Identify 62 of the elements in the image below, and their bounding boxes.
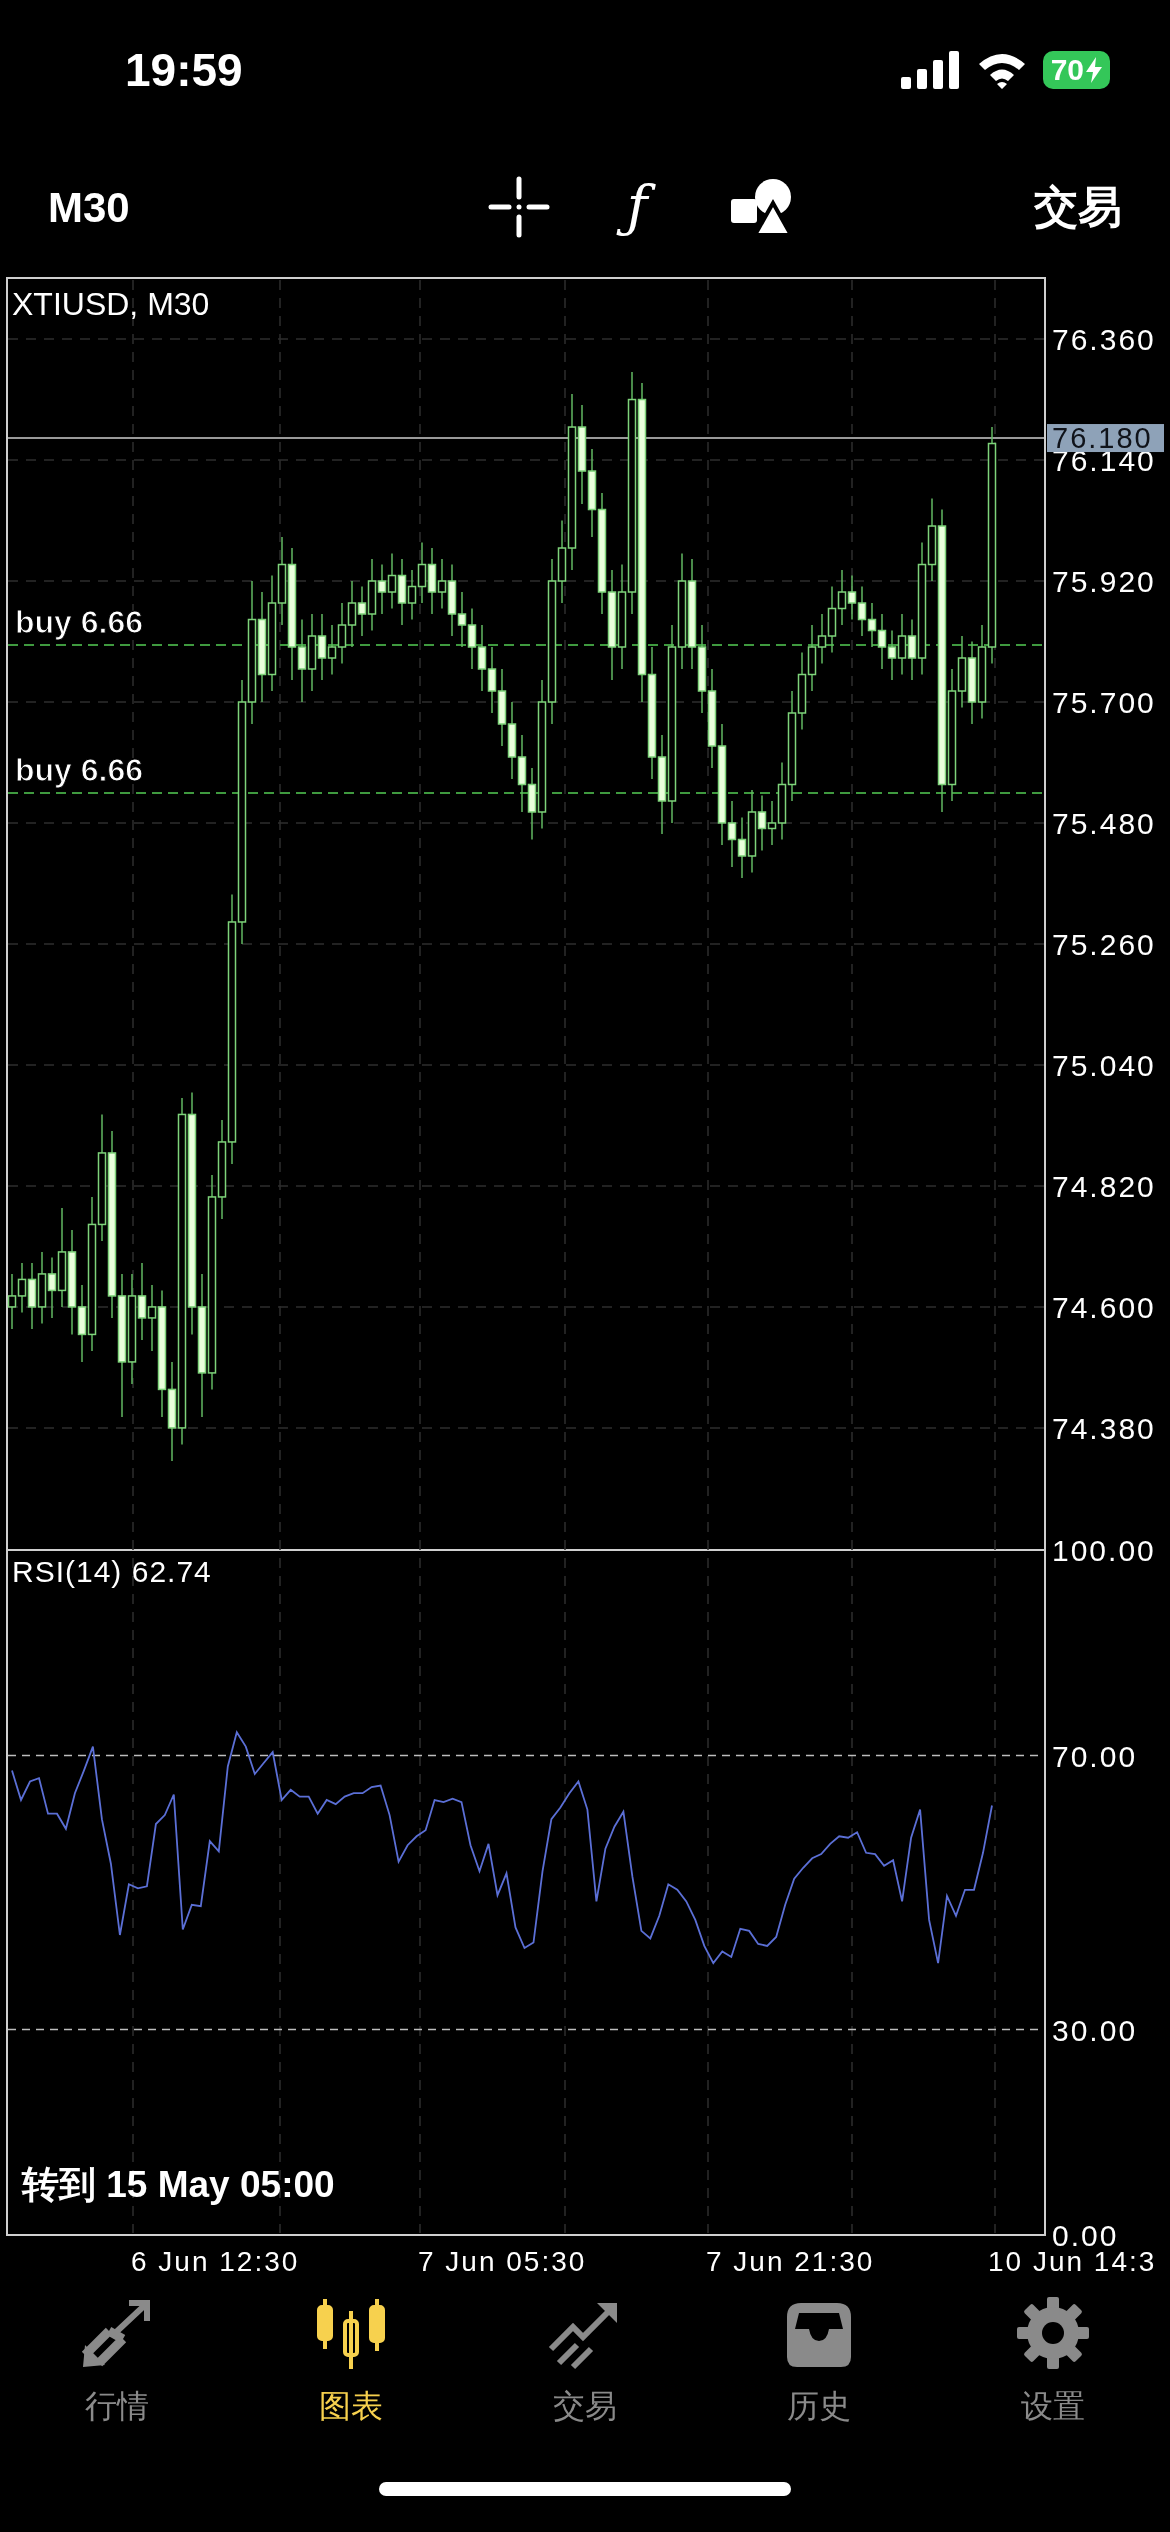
price-label: 75.920: [1052, 565, 1156, 598]
candle: [357, 585, 367, 637]
candle: [337, 602, 347, 665]
candle: [17, 1262, 27, 1314]
candle: [317, 613, 327, 681]
timeframe-label[interactable]: M30: [48, 183, 328, 232]
axis-label: 70.00: [1052, 1739, 1138, 1773]
candle: [427, 547, 437, 615]
candle: [867, 602, 877, 648]
rsi-title: RSI(14) 62.74: [12, 1555, 212, 1588]
time-label: 7 Jun 05:30: [418, 2246, 587, 2275]
price-label: 74.380: [1052, 1411, 1156, 1445]
candle: [457, 591, 467, 648]
candle: [877, 613, 887, 670]
order-label: buy 6.66: [15, 604, 144, 640]
price-label: 75.480: [1052, 807, 1156, 840]
axis-label: 100.00: [1052, 1537, 1156, 1567]
candle: [417, 541, 427, 604]
candle: [387, 552, 397, 610]
chart-title: XTIUSD, M30: [12, 286, 210, 322]
tab-bar-item[interactable]: 交易: [468, 2275, 702, 2445]
candle: [887, 629, 897, 681]
goto-date-link[interactable]: 转到 15 May 05:00: [22, 2164, 335, 2205]
signal-icon: [900, 51, 961, 89]
candle: [737, 816, 747, 879]
battery-indicator: 70: [1042, 51, 1110, 89]
candle: [827, 585, 837, 654]
candle: [327, 624, 337, 676]
tab-bar-item[interactable]: 行情: [0, 2275, 234, 2445]
price-label: 75.700: [1052, 686, 1156, 719]
candle: [837, 569, 847, 626]
settings-icon: [1015, 2295, 1091, 2371]
candle: [407, 569, 417, 621]
candle: [377, 563, 387, 615]
axis-label: 30.00: [1052, 2013, 1138, 2047]
candle: [27, 1262, 37, 1330]
candle: [467, 607, 477, 670]
candle: [847, 574, 857, 621]
candle: [477, 624, 487, 692]
candle: [397, 558, 407, 626]
candle: [487, 646, 497, 714]
price-label: 75.040: [1052, 1048, 1156, 1082]
clock-time: 19:59: [125, 43, 243, 97]
candle: [807, 624, 817, 692]
candle: [347, 580, 357, 648]
tab-bar-item[interactable]: 设置: [936, 2275, 1170, 2445]
tab-bar-item[interactable]: 图表: [234, 2275, 468, 2445]
candle: [897, 613, 907, 676]
candle: [437, 558, 447, 610]
order-label: buy 6.66: [15, 752, 144, 788]
price-label: 74.600: [1052, 1290, 1156, 1324]
price-label: 74.820: [1052, 1169, 1156, 1203]
time-label: 7 Jun 21:30: [706, 2246, 875, 2275]
time-label: 6 Jun 12:30: [131, 2246, 300, 2275]
crosshair-button[interactable]: [486, 175, 551, 240]
candle: [857, 585, 867, 637]
trade-button[interactable]: 交易: [1034, 178, 1122, 237]
tab-bar-item[interactable]: 历史: [702, 2275, 936, 2445]
candle: [7, 1273, 17, 1330]
price-label: 75.260: [1052, 927, 1156, 961]
candle: [817, 613, 827, 665]
price-label: 76.360: [1052, 323, 1156, 357]
